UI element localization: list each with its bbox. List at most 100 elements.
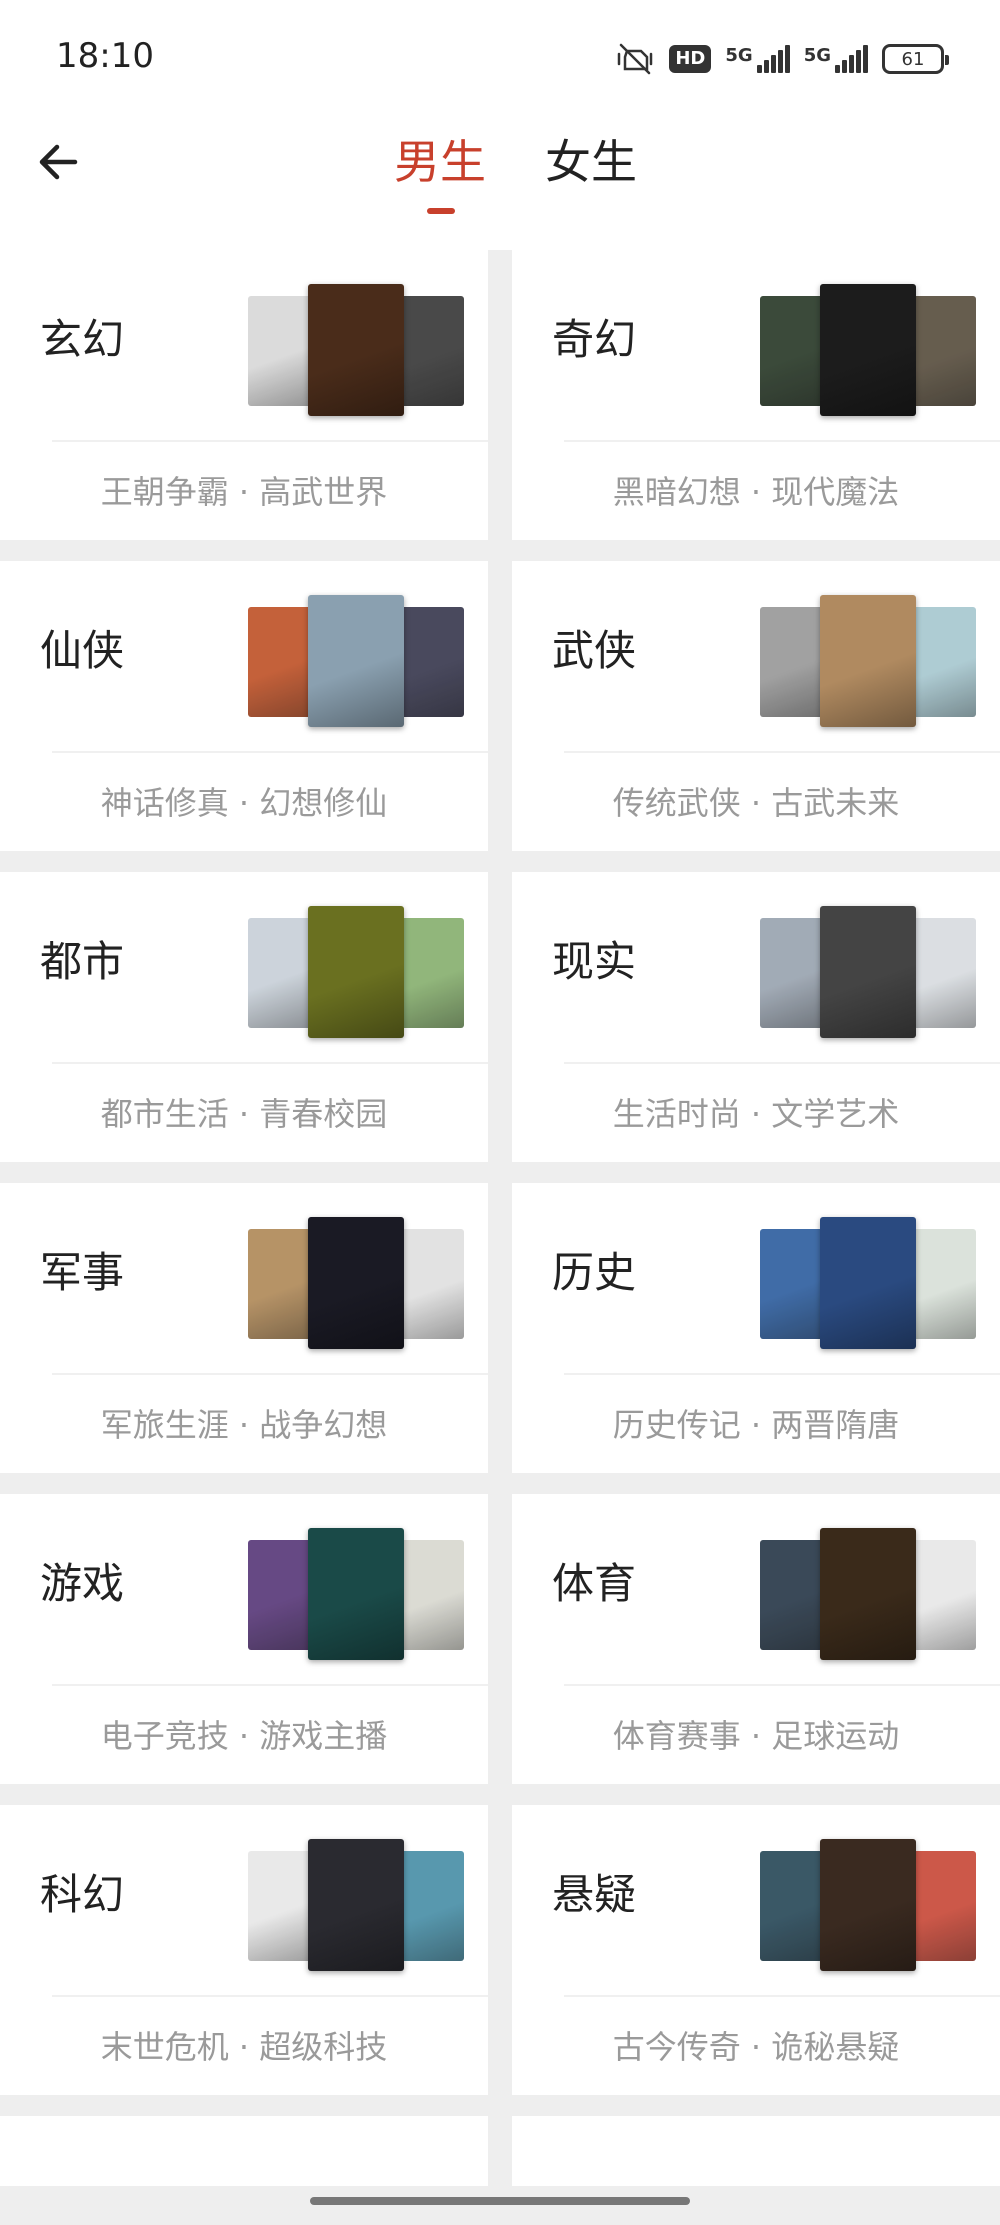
category-subtags: 古今传奇 · 诡秘悬疑 [612,2028,900,2066]
card-divider [52,440,488,442]
book-cover-image [248,296,312,406]
book-cover-image [308,1217,404,1349]
category-title: 仙侠 [40,626,125,675]
category-title: 游戏 [40,1559,125,1608]
category-card[interactable]: 悬疑古今传奇 · 诡秘悬疑 [512,1805,1000,2095]
book-cover-image [400,607,464,717]
category-card[interactable]: 仙侠神话修真 · 幻想修仙 [0,561,488,851]
signal-2-icon: 5G [804,45,868,73]
book-cover-image [308,906,404,1038]
network-type-2: 5G [803,45,831,66]
home-indicator[interactable] [310,2197,690,2205]
book-cover-image [248,1229,312,1339]
category-card-partial[interactable] [0,2116,488,2186]
tab-male[interactable]: 男生 [394,134,486,190]
card-divider [52,1684,488,1686]
book-cover-image [820,1217,916,1349]
book-cover-image [820,595,916,727]
book-covers [248,1528,464,1660]
category-title: 体育 [552,1559,637,1608]
card-divider [564,751,1000,753]
category-title: 历史 [552,1248,637,1297]
status-bar: 18:10 HD 5G 5G 61 [0,0,1000,118]
card-divider [564,1373,1000,1375]
category-subtags: 传统武侠 · 古武未来 [612,784,900,822]
back-arrow-icon [39,144,78,180]
card-divider [564,1062,1000,1064]
book-cover-image [760,607,824,717]
category-title: 都市 [40,937,125,986]
book-cover-image [308,284,404,416]
book-cover-image [248,607,312,717]
book-cover-image [760,1229,824,1339]
book-cover-image [308,595,404,727]
book-cover-image [912,1540,976,1650]
category-card[interactable]: 都市都市生活 · 青春校园 [0,872,488,1162]
book-cover-image [400,1851,464,1961]
book-cover-image [248,1851,312,1961]
book-cover-image [248,1540,312,1650]
category-card[interactable]: 军事军旅生涯 · 战争幻想 [0,1183,488,1473]
category-subtags: 都市生活 · 青春校园 [100,1095,388,1133]
battery-icon: 61 [882,44,949,74]
book-cover-image [248,918,312,1028]
tab-female[interactable]: 女生 [545,134,637,190]
card-divider [52,1995,488,1997]
category-title: 科幻 [40,1870,125,1919]
book-cover-image [760,918,824,1028]
category-card[interactable]: 体育体育赛事 · 足球运动 [512,1494,1000,1784]
category-subtags: 末世危机 · 超级科技 [100,2028,388,2066]
book-cover-image [912,918,976,1028]
book-cover-image [912,1229,976,1339]
category-title: 军事 [40,1248,125,1297]
book-cover-image [400,1229,464,1339]
category-subtags: 生活时尚 · 文学艺术 [612,1095,900,1133]
book-cover-image [820,1528,916,1660]
book-cover-image [760,1851,824,1961]
book-cover-image [400,1540,464,1650]
book-cover-image [820,1839,916,1971]
book-cover-image [760,296,824,406]
category-card-partial[interactable] [512,2116,1000,2186]
book-cover-image [760,1540,824,1650]
category-subtags: 神话修真 · 幻想修仙 [100,784,388,822]
category-subtags: 黑暗幻想 · 现代魔法 [612,473,900,511]
status-time: 18:10 [56,36,154,76]
category-card[interactable]: 科幻末世危机 · 超级科技 [0,1805,488,2095]
category-subtags: 历史传记 · 两晋隋唐 [612,1406,900,1444]
category-subtags: 电子竞技 · 游戏主播 [100,1717,388,1755]
category-subtags: 军旅生涯 · 战争幻想 [100,1406,388,1444]
category-card[interactable]: 历史历史传记 · 两晋隋唐 [512,1183,1000,1473]
category-card[interactable]: 玄幻 王朝争霸 · 高武世界 [0,250,488,540]
card-divider [564,440,1000,442]
book-covers [248,1839,464,1971]
category-title: 悬疑 [552,1870,637,1919]
book-cover-image [820,906,916,1038]
category-card[interactable]: 游戏电子竞技 · 游戏主播 [0,1494,488,1784]
card-divider [52,751,488,753]
book-covers [248,595,464,727]
book-cover-image [912,1851,976,1961]
card-divider [52,1062,488,1064]
category-card[interactable]: 武侠 传统武侠 · 古武未来 [512,561,1000,851]
category-card[interactable]: 奇幻黑暗幻想 · 现代魔法 [512,250,1000,540]
book-covers [760,906,976,1038]
back-button[interactable] [30,134,86,190]
category-card[interactable]: 现实生活时尚 · 文学艺术 [512,872,1000,1162]
card-divider [52,1373,488,1375]
signal-1-icon: 5G [725,45,790,73]
top-nav: 男生 女生 [0,118,1000,250]
card-divider [564,1684,1000,1686]
category-subtags: 体育赛事 · 足球运动 [612,1717,900,1755]
tab-active-indicator [427,208,455,214]
book-cover-image [912,607,976,717]
book-covers [760,1528,976,1660]
book-cover-image [400,918,464,1028]
book-cover-image [308,1839,404,1971]
category-title: 奇幻 [552,315,637,364]
book-covers [760,1217,976,1349]
book-cover-image [820,284,916,416]
category-title: 现实 [552,937,637,986]
card-divider [564,1995,1000,1997]
book-cover-image [308,1528,404,1660]
